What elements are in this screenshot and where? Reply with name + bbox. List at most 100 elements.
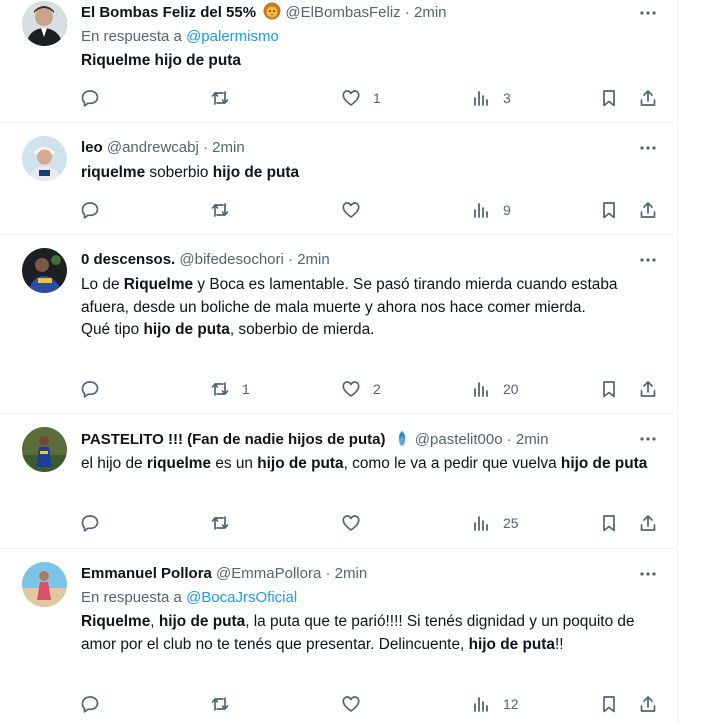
bookmark-button[interactable] [599,512,619,534]
handle[interactable]: @pastelit00o [415,431,503,448]
avatar[interactable] [22,1,67,46]
tweet-header: leo @andrewcabj · 2min [81,138,245,158]
retweet-count: 1 [242,381,250,397]
separator-dot: · [404,4,410,21]
tweet[interactable]: Emmanuel Pollora @EmmaPollora · 2min En … [0,549,678,723]
bold-text-segment: hijo de puta [212,164,300,181]
retweet-icon [211,91,229,105]
bookmark-button[interactable] [599,378,619,400]
heart-icon [342,696,360,712]
like-button[interactable]: 2 [341,378,381,400]
reply-button[interactable] [80,199,112,221]
bookmark-icon [603,202,615,219]
reply-button[interactable] [80,87,112,109]
reply-mention-link[interactable]: @palermismo [186,28,279,45]
tweet[interactable]: 0 descensos. @bifedesochori · 2min Lo de… [0,235,678,414]
bookmark-icon [603,90,615,107]
more-options-icon[interactable] [638,564,658,584]
reply-button[interactable] [80,512,112,534]
avatar[interactable] [22,136,67,181]
handle[interactable]: @EmmaPollora [216,565,321,582]
handle[interactable]: @andrewcabj [107,139,199,156]
views-chart-icon [474,516,488,531]
like-count: 2 [373,381,381,397]
share-button[interactable] [638,693,658,715]
timestamp[interactable]: 2min [516,431,549,448]
more-options-icon[interactable] [638,429,658,449]
views-button[interactable]: 12 [471,693,519,715]
handle[interactable]: @ElBombasFeliz [285,4,400,21]
display-name[interactable]: leo [81,139,103,156]
retweet-button[interactable] [210,87,242,109]
handle[interactable]: @bifedesochori [179,251,283,268]
separator-dot: · [325,565,331,582]
share-button[interactable] [638,199,658,221]
heart-icon [342,381,360,397]
views-button[interactable]: 20 [471,378,519,400]
retweet-button[interactable] [210,693,242,715]
display-name[interactable]: El Bombas Feliz del 55% [81,4,256,21]
tweet[interactable]: El Bombas Feliz del 55% @ElBombasFeliz ·… [0,0,678,123]
views-button[interactable]: 25 [471,512,519,534]
avatar-portrait-icon [22,562,67,607]
views-chart-icon [474,697,488,712]
views-button[interactable]: 9 [471,199,511,221]
display-name[interactable]: PASTELITO !!! (Fan de nadie hijos de put… [81,431,385,448]
display-name[interactable]: Emmanuel Pollora [81,565,212,582]
view-count: 3 [503,90,511,106]
timestamp[interactable]: 2min [335,565,368,582]
retweet-icon [211,382,229,396]
timestamp[interactable]: 2min [212,139,245,156]
retweet-button[interactable] [210,199,242,221]
view-count: 12 [503,696,519,712]
share-icon [640,381,656,397]
share-button[interactable] [638,87,658,109]
share-button[interactable] [638,378,658,400]
retweet-button[interactable]: 1 [210,378,250,400]
display-name[interactable]: 0 descensos. [81,251,175,268]
bookmark-button[interactable] [599,199,619,221]
bookmark-button[interactable] [599,693,619,715]
reply-context: En respuesta a @palermismo [81,27,279,47]
text-segment: es un [211,455,258,472]
avatar[interactable] [22,562,67,607]
like-button[interactable] [341,199,373,221]
view-count: 20 [503,381,519,397]
view-count: 9 [503,202,511,218]
tweet-header: 0 descensos. @bifedesochori · 2min [81,250,330,270]
separator-dot: · [288,251,294,268]
text-segment: !! [554,635,564,653]
bookmark-button[interactable] [599,87,619,109]
bold-text-segment: hijo de puta [257,455,344,472]
avatar-portrait-icon [22,427,67,472]
reply-icon [81,202,99,219]
avatar-portrait-icon [22,1,67,46]
like-button[interactable] [341,693,373,715]
avatar[interactable] [22,427,67,472]
share-button[interactable] [638,512,658,534]
tweet[interactable]: leo @andrewcabj · 2min riquelme soberbio… [0,123,678,235]
bold-text-segment: hijo de puta [158,613,246,630]
bold-text-segment: riquelme [146,455,212,472]
reply-button[interactable] [80,693,112,715]
reply-context: En respuesta a @BocaJrsOficial [81,588,297,608]
retweet-icon [211,516,229,530]
reply-icon [81,515,99,532]
like-button[interactable] [341,512,373,534]
more-options-icon[interactable] [638,138,658,158]
tweet-header: Emmanuel Pollora @EmmaPollora · 2min [81,564,367,584]
reply-mention-link[interactable]: @BocaJrsOficial [186,589,297,606]
text-segment: , como le va a pedir que vuelva [343,455,561,472]
more-options-icon[interactable] [638,250,658,270]
timestamp[interactable]: 2min [297,251,330,268]
avatar[interactable] [22,248,67,293]
reply-button[interactable] [80,378,112,400]
tweet[interactable]: PASTELITO !!! (Fan de nadie hijos de put… [0,414,678,549]
more-options-icon[interactable] [638,3,658,23]
views-button[interactable]: 3 [471,87,511,109]
avatar-portrait-icon [22,136,67,181]
separator-dot: · [202,139,208,156]
like-button[interactable]: 1 [341,87,381,109]
timestamp[interactable]: 2min [414,4,447,21]
retweet-button[interactable] [210,512,242,534]
